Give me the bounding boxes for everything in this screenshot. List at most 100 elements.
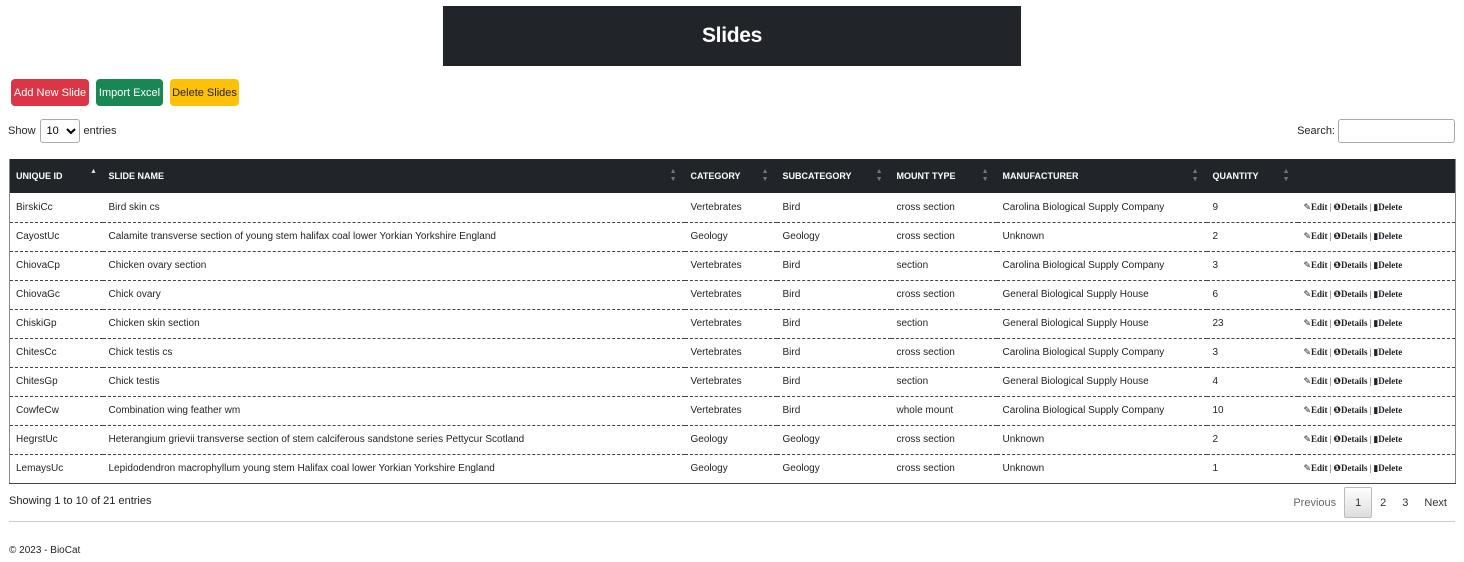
column-header-label: Unique ID xyxy=(16,171,63,181)
details-link[interactable]: ❶Details xyxy=(1333,318,1367,329)
details-link[interactable]: ❶Details xyxy=(1333,434,1368,445)
delete-link[interactable]: ▮Delete xyxy=(1373,376,1403,387)
delete-link[interactable]: ▮Delete xyxy=(1373,405,1403,416)
table-cell: HegrstUc xyxy=(16,434,58,445)
delete-label: Delete xyxy=(1378,376,1403,386)
details-link[interactable]: ❶Details xyxy=(1333,405,1367,416)
details-link[interactable]: ❶Details xyxy=(1333,202,1367,213)
table-cell: 1 xyxy=(1212,463,1219,474)
details-link[interactable]: ❶Details xyxy=(1333,347,1368,358)
edit-icon: ✎ xyxy=(1303,232,1312,242)
details-link[interactable]: ❶Details xyxy=(1333,231,1367,242)
column-header[interactable]: Mount Type ▲ ▼ xyxy=(891,159,997,193)
add-new-slide-button[interactable]: Add New Slide xyxy=(11,79,89,106)
next-page-button[interactable]: Next xyxy=(1416,488,1455,517)
info-icon: ❶ xyxy=(1333,377,1341,387)
edit-label: Edit xyxy=(1311,231,1328,241)
table-cell: 10 xyxy=(1212,405,1224,416)
delete-link[interactable]: ▮Delete xyxy=(1373,289,1402,300)
table-cell: Unknown xyxy=(1002,434,1045,445)
edit-icon: ✎ xyxy=(1303,377,1312,387)
column-header[interactable]: Unique ID ▲ xyxy=(10,159,103,193)
table-cell: Bird xyxy=(782,260,801,271)
table-cell: Vertebrates xyxy=(690,260,742,271)
delete-link[interactable]: ▮Delete xyxy=(1373,463,1402,474)
table-row: ChiovaCp Chicken ovary section Vertebrates… xyxy=(9,251,1456,280)
details-link[interactable]: ❶Details xyxy=(1333,260,1367,271)
action-separator: | xyxy=(1369,434,1372,444)
action-separator: | xyxy=(1329,260,1332,270)
page-button[interactable]: 2 xyxy=(1372,488,1394,517)
table-cell: Chick ovary xyxy=(108,289,161,300)
search-input[interactable] xyxy=(1338,119,1455,143)
column-header[interactable]: Quantity ▲ ▼ xyxy=(1207,159,1298,193)
details-link[interactable]: ❶Details xyxy=(1333,376,1367,387)
table-cell: Bird xyxy=(782,201,801,213)
column-header[interactable]: Manufacturer ▲ ▼ xyxy=(997,159,1207,193)
footer-divider xyxy=(9,521,1455,522)
edit-link[interactable]: ✎Edit xyxy=(1303,231,1328,242)
info-icon: ❶ xyxy=(1333,435,1341,445)
edit-link[interactable]: ✎Edit xyxy=(1304,202,1328,213)
delete-label: Delete xyxy=(1378,260,1403,270)
action-separator: | xyxy=(1329,434,1332,444)
edit-link[interactable]: ✎Edit xyxy=(1304,260,1328,271)
action-separator: | xyxy=(1369,463,1372,473)
edit-link[interactable]: ✎Edit xyxy=(1304,463,1328,474)
edit-link[interactable]: ✎Edit xyxy=(1304,434,1328,445)
delete-label: Delete xyxy=(1378,405,1403,415)
sort-icon: ▲ xyxy=(90,168,97,175)
details-label: Details xyxy=(1341,347,1368,357)
delete-label: Delete xyxy=(1378,318,1403,328)
table-cell: Unknown xyxy=(1002,463,1045,474)
action-separator: | xyxy=(1369,347,1372,357)
table-cell: ChitesCc xyxy=(16,347,57,358)
table-cell: General Biological Supply House xyxy=(1002,318,1149,329)
delete-link[interactable]: ▮Delete xyxy=(1373,260,1403,271)
column-header[interactable]: Category ▲ ▼ xyxy=(685,159,777,193)
table-cell: LemaysUc xyxy=(16,463,64,474)
entries-label: entries xyxy=(83,125,117,137)
details-link[interactable]: ❶Details xyxy=(1333,289,1367,300)
delete-link[interactable]: ▮Delete xyxy=(1373,201,1403,213)
table-cell: Combination wing feather wm xyxy=(108,405,241,416)
table-cell: Vertebrates xyxy=(690,289,742,300)
page-button[interactable]: 1 xyxy=(1344,487,1373,518)
column-header-label: Subcategory xyxy=(782,171,852,181)
delete-label: Delete xyxy=(1378,201,1403,212)
table-cell: Calamite transverse section of young ste… xyxy=(108,231,496,242)
edit-link[interactable]: ✎Edit xyxy=(1304,289,1328,300)
table-cell: 23 xyxy=(1212,318,1224,329)
details-label: Details xyxy=(1341,434,1368,444)
import-excel-button[interactable]: Import Excel xyxy=(96,79,163,106)
edit-link[interactable]: ✎Edit xyxy=(1304,405,1328,416)
entries-select[interactable]: 10 xyxy=(39,119,80,143)
delete-link[interactable]: ▮Delete xyxy=(1373,434,1402,445)
column-header[interactable]: Subcategory ▲ ▼ xyxy=(777,159,891,193)
edit-link[interactable]: ✎Edit xyxy=(1304,347,1328,358)
table-cell: Bird xyxy=(782,347,801,358)
sort-icon: ▲ ▼ xyxy=(875,168,883,183)
edit-link[interactable]: ✎Edit xyxy=(1304,318,1328,329)
action-separator: | xyxy=(1329,289,1332,299)
delete-link[interactable]: ▮Delete xyxy=(1373,231,1402,242)
info-icon: ❶ xyxy=(1333,290,1341,300)
table-cell: 9 xyxy=(1212,201,1219,213)
edit-link[interactable]: ✎Edit xyxy=(1303,376,1328,387)
delete-link[interactable]: ▮Delete xyxy=(1373,318,1403,329)
table-cell: Geology xyxy=(690,231,728,242)
action-separator: | xyxy=(1329,463,1332,473)
column-header[interactable]: Slide Name ▲ ▼ xyxy=(103,159,685,193)
table-cell: Heterangium grievii transverse section o… xyxy=(108,434,525,445)
page-button[interactable]: 3 xyxy=(1394,488,1416,517)
previous-page-button[interactable]: Previous xyxy=(1285,488,1344,517)
table-cell: Geology xyxy=(690,463,728,474)
details-link[interactable]: ❶Details xyxy=(1333,463,1367,474)
delete-slides-button[interactable]: Delete Slides xyxy=(170,79,239,106)
table-cell: Vertebrates xyxy=(690,405,742,416)
table-cell: cross section xyxy=(896,463,955,474)
row-actions: ✎Edit | ❶Details | ▮Delete xyxy=(1298,280,1456,309)
delete-link[interactable]: ▮Delete xyxy=(1373,347,1402,358)
row-actions: ✎Edit | ❶Details | ▮Delete xyxy=(1298,396,1456,425)
table-cell: Carolina Biological Supply Company xyxy=(1002,201,1165,213)
